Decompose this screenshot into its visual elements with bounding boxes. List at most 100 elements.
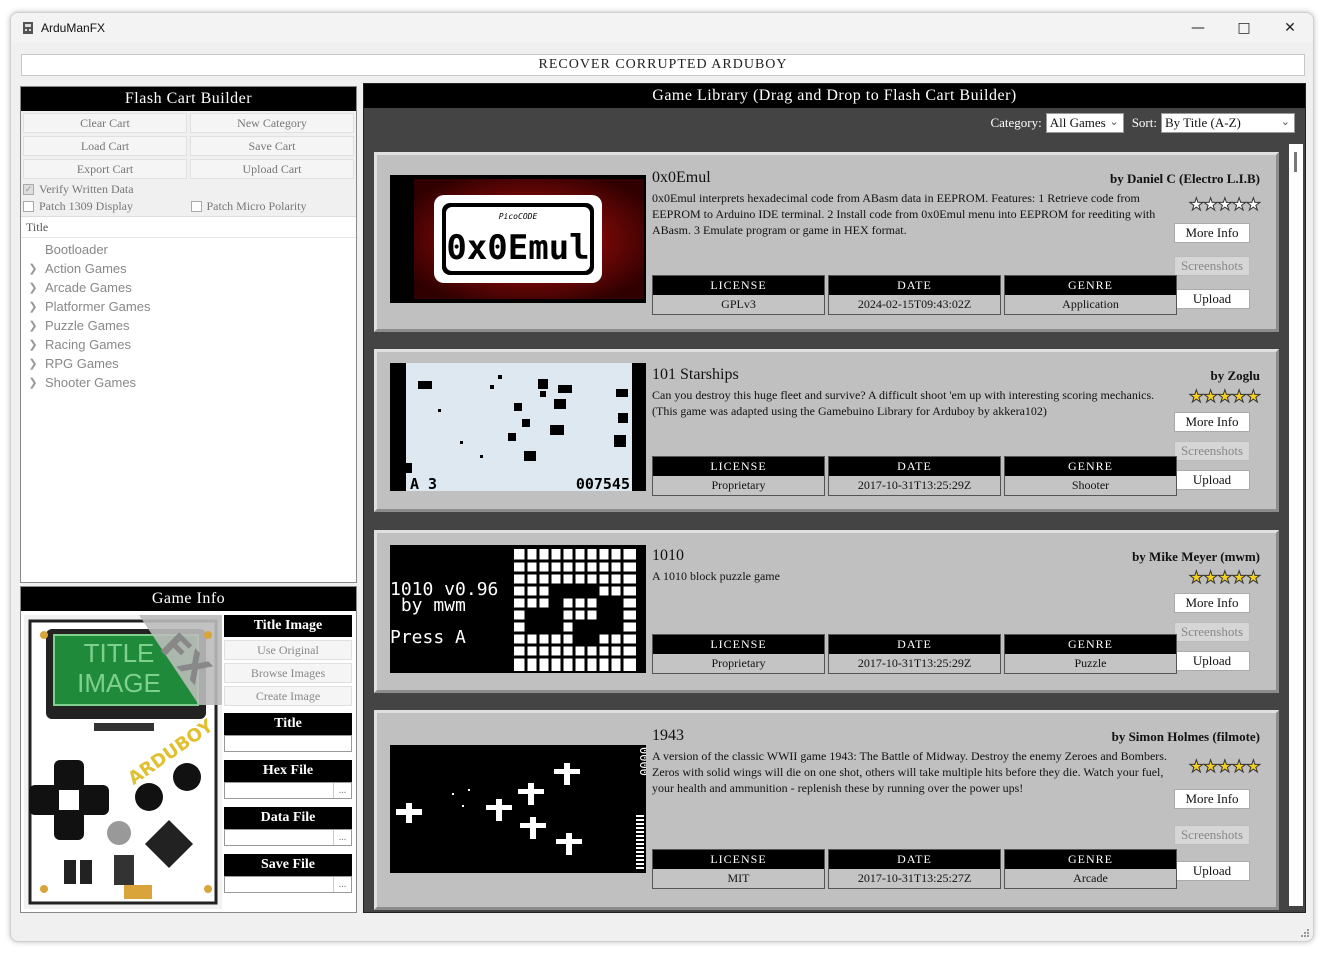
game-meta: LICENSE MIT DATE 2017-10-31T13:25:27Z GENR… xyxy=(652,849,1177,889)
use-original-button[interactable]: Use Original xyxy=(224,640,352,660)
title-image-preview: TITLE IMAGE FX ARDUBOY xyxy=(24,615,222,909)
screenshots-button[interactable]: Screenshots xyxy=(1174,256,1250,276)
maximize-icon[interactable]: □ xyxy=(1221,13,1267,43)
checkbox-label: Verify Written Data xyxy=(39,182,134,196)
tree-item-bootloader[interactable]: Bootloader xyxy=(21,240,356,259)
rating-stars: ★★★★★ xyxy=(1188,387,1261,408)
app-icon xyxy=(23,22,33,34)
date-cell: DATE 2024-02-15T09:43:02Z xyxy=(828,275,1001,315)
license-cell: LICENSE Proprietary xyxy=(652,634,825,674)
new-category-button[interactable]: New Category xyxy=(190,113,354,133)
recover-button[interactable]: RECOVER CORRUPTED ARDUBOY xyxy=(21,54,1305,76)
game-meta: LICENSE Proprietary DATE 2017-10-31T13:25:… xyxy=(652,456,1177,496)
genre-cell: GENRE Shooter xyxy=(1004,456,1177,496)
genre-cell: GENRE Arcade xyxy=(1004,849,1177,889)
game-library-header: Game Library (Drag and Drop to Flash Car… xyxy=(364,84,1305,108)
genre-cell: GENRE Application xyxy=(1004,275,1177,315)
checkmark-icon: ✓ xyxy=(23,184,34,195)
upload-cart-button[interactable]: Upload Cart xyxy=(190,159,354,179)
upload-button[interactable]: Upload xyxy=(1174,289,1250,309)
save-cart-button[interactable]: Save Cart xyxy=(190,136,354,156)
chevron-right-icon[interactable]: ❯ xyxy=(21,376,45,389)
window-controls: — □ ✕ xyxy=(1175,13,1313,43)
screenshots-button[interactable]: Screenshots xyxy=(1174,825,1250,845)
upload-button[interactable]: Upload xyxy=(1174,861,1250,881)
game-author: by Daniel C (Electro L.I.B) xyxy=(1110,171,1260,186)
chevron-down-icon: ⌄ xyxy=(1280,116,1290,128)
tree-item-racing-games[interactable]: ❯ Racing Games xyxy=(21,335,356,354)
patch-1309-display-checkbox[interactable]: Patch 1309 Display xyxy=(23,198,189,215)
tree-item-action-games[interactable]: ❯ Action Games xyxy=(21,259,356,278)
resize-grip-icon[interactable] xyxy=(1299,927,1309,937)
game-card-1943[interactable]: 0000 1943 by Simon Holmes (filmote) A ve… xyxy=(374,710,1279,910)
rating-stars: ★★★★★ xyxy=(1188,757,1261,778)
browse-hex-button[interactable]: ... xyxy=(333,783,351,798)
rating-stars: ★★★★★ xyxy=(1188,568,1261,589)
more-info-button[interactable]: More Info xyxy=(1174,223,1250,243)
hex-file-field[interactable]: ... xyxy=(224,782,352,799)
tree-item-platformer-games[interactable]: ❯ Platformer Games xyxy=(21,297,356,316)
close-icon[interactable]: ✕ xyxy=(1267,13,1313,43)
chevron-right-icon[interactable]: ❯ xyxy=(21,338,45,351)
verify-written-data-checkbox[interactable]: ✓ Verify Written Data xyxy=(23,181,189,198)
more-info-button[interactable]: More Info xyxy=(1174,412,1250,432)
sort-select[interactable]: By Title (A-Z) ⌄ xyxy=(1161,113,1295,133)
date-cell: DATE 2017-10-31T13:25:29Z xyxy=(828,634,1001,674)
cart-options: ✓ Verify Written Data Patch 1309 Display… xyxy=(21,181,356,216)
library-scrollbar[interactable] xyxy=(1289,144,1303,906)
upload-button[interactable]: Upload xyxy=(1174,651,1250,671)
game-title: 101 Starships xyxy=(652,366,739,383)
game-card-0x0emul[interactable]: PicoCODE 0x0Emul 0x0Emul by Daniel C (El… xyxy=(374,152,1279,332)
save-file-label: Save File xyxy=(224,854,352,876)
tree-item-rpg-games[interactable]: ❯ RPG Games xyxy=(21,354,356,373)
rating-stars: ★★★★★ xyxy=(1188,195,1261,216)
clear-cart-button[interactable]: Clear Cart xyxy=(23,113,187,133)
thumb-line3: Press A xyxy=(390,627,466,648)
browse-data-button[interactable]: ... xyxy=(333,830,351,845)
game-meta: LICENSE Proprietary DATE 2017-10-31T13:25:… xyxy=(652,634,1177,674)
minimize-icon[interactable]: — xyxy=(1175,13,1221,43)
create-image-button[interactable]: Create Image xyxy=(224,686,352,706)
browse-images-button[interactable]: Browse Images xyxy=(224,663,352,683)
chevron-down-icon: ⌄ xyxy=(1109,116,1119,128)
cart-button-grid: Clear Cart New Category Load Cart Save C… xyxy=(21,111,356,181)
game-info-fields: Title Image Use Original Browse Images C… xyxy=(224,615,352,893)
chevron-right-icon[interactable]: ❯ xyxy=(21,319,45,332)
save-file-field[interactable]: ... xyxy=(224,876,352,893)
tree-item-puzzle-games[interactable]: ❯ Puzzle Games xyxy=(21,316,356,335)
category-label: Category: xyxy=(990,115,1042,130)
chevron-right-icon[interactable]: ❯ xyxy=(21,281,45,294)
title-field[interactable] xyxy=(224,735,352,752)
chevron-right-icon[interactable]: ❯ xyxy=(21,262,45,275)
more-info-button[interactable]: More Info xyxy=(1174,789,1250,809)
title-field-label: Title xyxy=(224,713,352,735)
chevron-right-icon[interactable]: ❯ xyxy=(21,357,45,370)
game-description: A 1010 block puzzle game xyxy=(652,569,780,583)
export-cart-button[interactable]: Export Cart xyxy=(23,159,187,179)
chevron-right-icon[interactable]: ❯ xyxy=(21,300,45,313)
tree-column-header[interactable]: Title xyxy=(21,216,356,238)
load-cart-button[interactable]: Load Cart xyxy=(23,136,187,156)
flash-cart-header: Flash Cart Builder xyxy=(21,87,356,111)
arduboy-placeholder-image: TITLE IMAGE FX ARDUBOY xyxy=(24,615,222,909)
upload-button[interactable]: Upload xyxy=(1174,470,1250,490)
checkbox-label: Patch Micro Polarity xyxy=(206,199,307,213)
tree-item-shooter-games[interactable]: ❯ Shooter Games xyxy=(21,373,356,392)
app-window: ArduManFX — □ ✕ RECOVER CORRUPTED ARDUBO… xyxy=(10,12,1314,942)
hex-file-label: Hex File xyxy=(224,760,352,782)
genre-cell: GENRE Puzzle xyxy=(1004,634,1177,674)
game-thumbnail: 0000 xyxy=(390,745,646,873)
tree-item-arcade-games[interactable]: ❯ Arcade Games xyxy=(21,278,356,297)
date-cell: DATE 2017-10-31T13:25:27Z xyxy=(828,849,1001,889)
scrollbar-thumb[interactable] xyxy=(1294,152,1297,172)
patch-micro-polarity-checkbox[interactable]: Patch Micro Polarity xyxy=(189,198,355,215)
game-card-101-starships[interactable]: A 3 007545 101 Starships by Zoglu Can yo… xyxy=(374,349,1279,512)
game-card-1010[interactable]: 1010 v0.96 by mwm Press A 1010 by Mike M… xyxy=(374,530,1279,693)
more-info-button[interactable]: More Info xyxy=(1174,593,1250,613)
category-select[interactable]: All Games ⌄ xyxy=(1045,113,1124,133)
screenshots-button[interactable]: Screenshots xyxy=(1174,441,1250,461)
screenshots-button[interactable]: Screenshots xyxy=(1174,622,1250,642)
browse-save-button[interactable]: ... xyxy=(333,877,351,892)
game-thumbnail: 1010 v0.96 by mwm Press A xyxy=(390,545,646,673)
data-file-field[interactable]: ... xyxy=(224,829,352,846)
